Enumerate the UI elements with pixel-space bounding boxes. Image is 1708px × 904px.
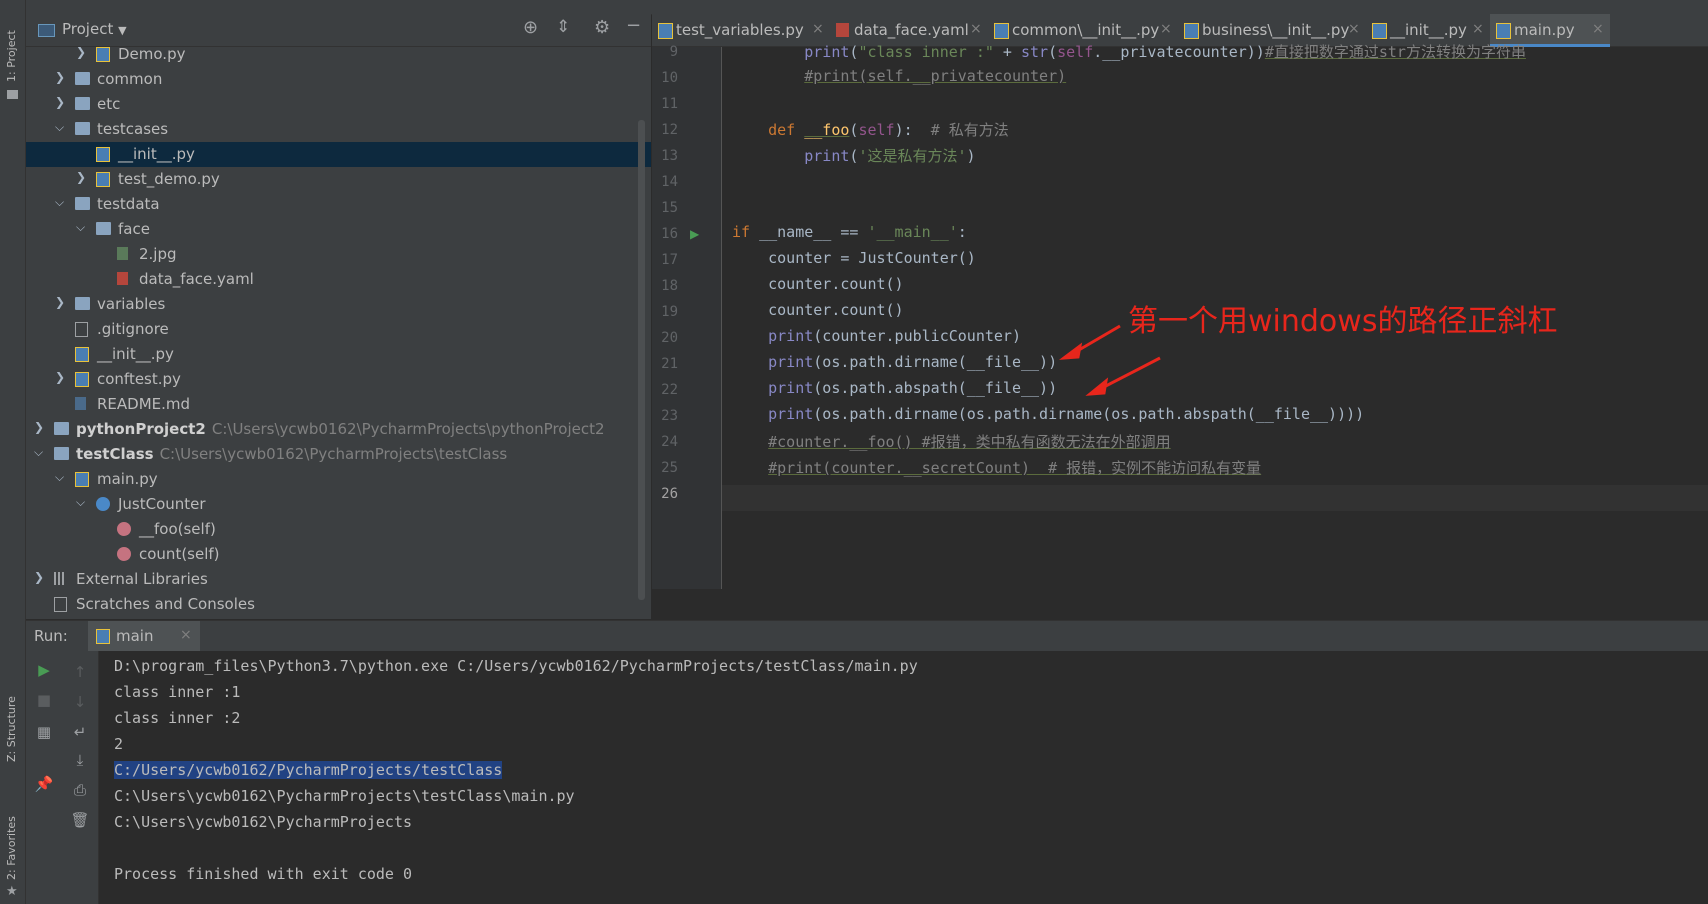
console-line: C:\Users\ycwb0162\PycharmProjects\testCl… xyxy=(114,787,575,805)
console-line-text: class inner :1 xyxy=(114,683,241,701)
rerun-icon[interactable]: ▶ xyxy=(26,661,62,679)
arrow-down-icon[interactable]: ↓ xyxy=(62,693,98,711)
soft-wrap-icon[interactable]: ↵ xyxy=(62,723,98,741)
console-line-text: D:\program_files\Python3.7\python.exe C:… xyxy=(114,657,918,675)
stop-icon[interactable]: ■ xyxy=(26,691,62,709)
run-toolbar-secondary: ↑ ↓ ↵ ⤓ ⎙ 🗑 xyxy=(62,651,99,904)
run-tab-main[interactable]: main × xyxy=(88,621,200,651)
run-panel-header: Run: main × xyxy=(26,620,1708,651)
run-tab-label: main xyxy=(116,627,154,645)
editor-arrow-2 xyxy=(1085,356,1161,396)
trash-icon[interactable]: 🗑 xyxy=(62,811,98,829)
layout-icon[interactable]: ▦ xyxy=(26,723,62,741)
pin-icon[interactable]: 📌 xyxy=(26,775,62,793)
console-line: class inner :1 xyxy=(114,683,240,701)
editor-arrow-1 xyxy=(1059,324,1121,360)
console-line-text: C:\Users\ycwb0162\PycharmProjects\testCl… xyxy=(114,787,575,805)
console-line-text: class inner :2 xyxy=(114,709,241,727)
console-line: C:\Users\ycwb0162\PycharmProjects xyxy=(114,813,412,831)
console-line: class inner :2 xyxy=(114,709,240,727)
run-label: Run: xyxy=(34,627,68,645)
console-line-text: 2 xyxy=(114,735,124,753)
print-icon[interactable]: ⎙ xyxy=(62,781,98,799)
scroll-to-end-icon[interactable]: ⤓ xyxy=(62,751,98,769)
console-line: C:/Users/ycwb0162/PycharmProjects/testCl… xyxy=(114,761,503,779)
run-toolbar-primary: ▶ ■ ▦ 📌 xyxy=(26,651,62,904)
python-file-icon xyxy=(96,629,110,644)
arrow-up-icon[interactable]: ↑ xyxy=(62,663,98,681)
console-line-text: Process finished with exit code 0 xyxy=(114,865,413,883)
console-line: D:\program_files\Python3.7\python.exe C:… xyxy=(114,657,918,675)
console-line: 2 xyxy=(114,735,123,753)
close-icon[interactable]: × xyxy=(180,627,192,643)
console-line-text: C:\Users\ycwb0162\PycharmProjects xyxy=(114,813,413,831)
console-line-text: C:/Users/ycwb0162/PycharmProjects/testCl… xyxy=(114,761,503,779)
console-line: Process finished with exit code 0 xyxy=(114,865,412,883)
